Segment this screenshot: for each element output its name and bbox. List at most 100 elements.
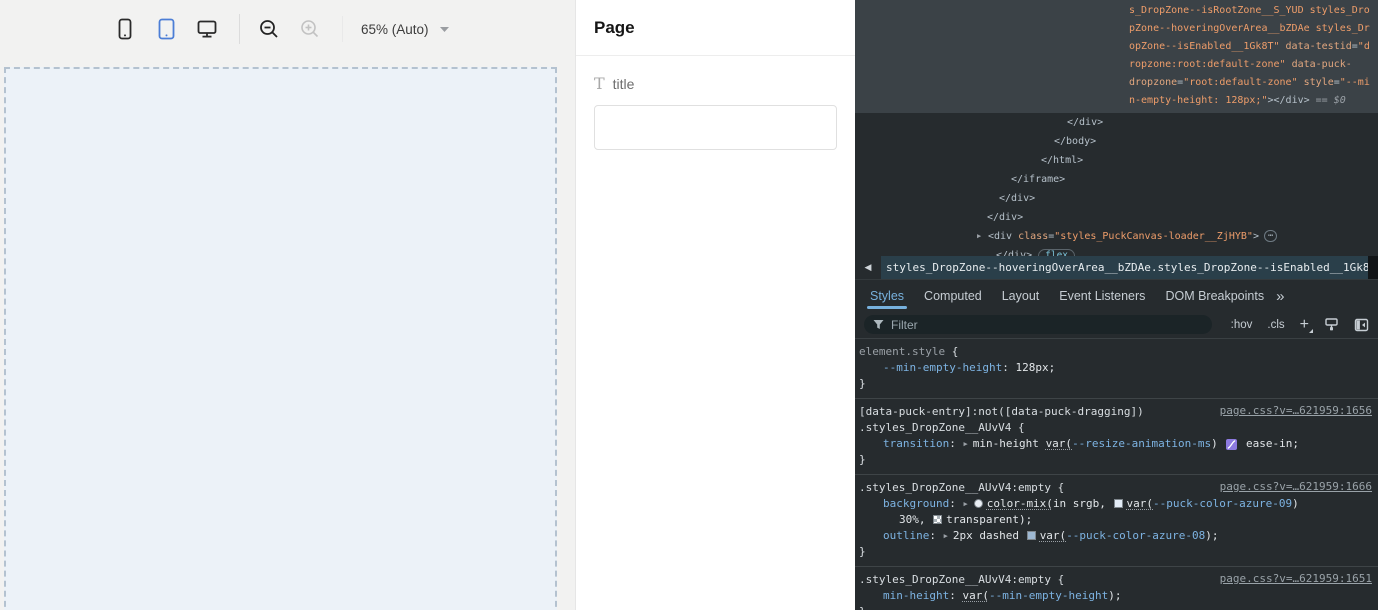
dom-tree-node[interactable]: </div> bbox=[855, 189, 1378, 208]
color-swatch-icon bbox=[1027, 531, 1036, 540]
css-declaration[interactable]: background: ▶ color-mix(in srgb, var(--pu… bbox=[859, 496, 1372, 512]
code-token-val: s_DropZone--isRootZone__S_YUD styles_Dro bbox=[1129, 5, 1370, 16]
expand-arrow-icon: ▶ bbox=[963, 500, 967, 508]
dock-panel-icon[interactable] bbox=[1354, 318, 1369, 332]
selected-element-row[interactable]: s_DropZone--isRootZone__S_YUD styles_Dro… bbox=[855, 0, 1378, 113]
code-token-v: ); bbox=[1205, 529, 1218, 542]
title-input[interactable] bbox=[594, 105, 837, 150]
stylesheet-link[interactable]: page.css?v=…621959:1651 bbox=[1220, 572, 1372, 585]
tab-dom-breakpoints[interactable]: DOM Breakpoints bbox=[1155, 281, 1274, 311]
more-tabs-button[interactable]: » bbox=[1276, 288, 1284, 305]
code-token-sel: .styles_DropZone__AUvV4:empty { bbox=[859, 481, 1064, 494]
code-token-sel: : bbox=[929, 529, 942, 542]
css-declaration[interactable]: outline: ▶ 2px dashed var(--puck-color-az… bbox=[859, 528, 1372, 544]
element-attr-line: opZone--isEnabled__1Gk8T" data-testid="d bbox=[1129, 38, 1378, 56]
code-token-fn: var( bbox=[962, 589, 989, 602]
code-token-tag: </div> bbox=[999, 193, 1035, 204]
app-root: 65% (Auto) Page T title s_DropZone--isRo… bbox=[0, 0, 1378, 610]
device-phone-button[interactable] bbox=[112, 14, 138, 44]
zoom-out-button[interactable] bbox=[256, 14, 282, 44]
dom-tree-node[interactable]: </html> bbox=[855, 151, 1378, 170]
monitor-icon bbox=[196, 18, 218, 40]
paint-brush-icon[interactable] bbox=[1324, 317, 1339, 332]
breadcrumb-end-cap bbox=[1368, 256, 1378, 279]
dom-tree-node[interactable]: </div> flex bbox=[855, 246, 1378, 256]
code-token-fn: color-mix( bbox=[987, 497, 1053, 510]
dom-tree-node[interactable]: </div> bbox=[855, 113, 1378, 132]
styles-filter-bar: Filter :hov .cls + bbox=[855, 311, 1378, 339]
chevron-down-icon bbox=[439, 26, 450, 33]
css-declaration[interactable]: transition: ▶ min-height var(--resize-ani… bbox=[859, 436, 1372, 452]
code-token-v: ) bbox=[1211, 437, 1224, 450]
code-token-val: pZone--hoveringOverArea__bZDAe styles_Dr bbox=[1129, 23, 1370, 34]
css-declaration[interactable]: --min-empty-height: 128px; bbox=[859, 360, 1372, 376]
toggle-hover-state-button[interactable]: :hov bbox=[1231, 319, 1253, 331]
breadcrumb-back-button[interactable]: ◀ bbox=[855, 256, 881, 279]
expand-arrow-icon: ▶ bbox=[944, 532, 948, 540]
code-token-attr: class bbox=[1018, 231, 1048, 242]
dom-tree-node[interactable]: </iframe> bbox=[855, 170, 1378, 189]
puck-editor-region: 65% (Auto) Page T title bbox=[0, 0, 855, 610]
page-title: Page bbox=[594, 18, 635, 38]
code-token-val: "styles_PuckCanvas-loader__ZjHYB" bbox=[1054, 231, 1253, 242]
stylesheet-link[interactable]: page.css?v=…621959:1666 bbox=[1220, 480, 1372, 493]
css-declaration[interactable]: 30%, transparent); bbox=[859, 512, 1372, 528]
tab-computed[interactable]: Computed bbox=[914, 281, 992, 311]
css-rule: page.css?v=…621959:1666 .styles_DropZone_… bbox=[855, 475, 1378, 567]
code-token-attr: dropzone bbox=[1129, 77, 1177, 88]
expand-arrow-icon[interactable]: ▶ bbox=[977, 227, 981, 246]
tab-styles[interactable]: Styles bbox=[860, 281, 914, 311]
code-token-tag: ></div> bbox=[1267, 95, 1309, 106]
canvas-dropzone[interactable] bbox=[4, 67, 557, 610]
dom-tree-node[interactable]: </div> bbox=[855, 208, 1378, 227]
field-label-text: title bbox=[613, 76, 635, 92]
style-filter-input[interactable]: Filter bbox=[864, 315, 1212, 334]
dom-tree-node[interactable]: ▶ <div class="styles_PuckCanvas-loader__Z… bbox=[855, 227, 1378, 246]
new-style-rule-button[interactable]: + bbox=[1300, 316, 1309, 334]
code-token-var: --min-empty-height bbox=[989, 589, 1108, 602]
title-field-label: T title bbox=[594, 76, 837, 92]
transparent-swatch-icon bbox=[933, 515, 942, 524]
styles-tabs: Styles Computed Layout Event Listeners DOM B… bbox=[855, 281, 1378, 311]
zoom-level-label: 65% (Auto) bbox=[361, 22, 429, 37]
element-classes-button[interactable]: .cls bbox=[1267, 319, 1284, 331]
tab-layout[interactable]: Layout bbox=[992, 281, 1050, 311]
css-selector-line[interactable]: .styles_DropZone__AUvV4 { bbox=[859, 420, 1372, 436]
text-type-icon: T bbox=[594, 76, 605, 92]
panel-header: Page bbox=[576, 0, 855, 56]
zoom-dropdown-button[interactable] bbox=[439, 26, 450, 33]
code-token-sel: : bbox=[949, 589, 962, 602]
page-settings-panel: Page T title bbox=[575, 0, 855, 610]
code-token-v: 128px; bbox=[1015, 361, 1055, 374]
dom-tree-node[interactable]: </body> bbox=[855, 132, 1378, 151]
code-token-mut: element.style bbox=[859, 345, 945, 358]
code-token-sel: [data-puck-entry]:not([data-puck-draggin… bbox=[859, 405, 1144, 418]
flex-badge[interactable]: flex bbox=[1038, 249, 1075, 256]
css-declaration[interactable]: min-height: var(--min-empty-height); bbox=[859, 588, 1372, 604]
code-token-attr: data-puck- bbox=[1286, 59, 1352, 70]
toolbar-divider bbox=[342, 16, 343, 42]
code-token-sel: : bbox=[949, 497, 962, 510]
css-rule: page.css?v=…621959:1656 [data-puck-entry]… bbox=[855, 399, 1378, 475]
device-desktop-button[interactable] bbox=[194, 14, 220, 44]
code-token-eq: == $0 bbox=[1310, 95, 1346, 106]
code-token-attr: data-testid bbox=[1280, 41, 1352, 52]
css-selector-line[interactable]: element.style { bbox=[859, 344, 1372, 360]
more-attributes-button[interactable]: ⋯ bbox=[1264, 230, 1277, 242]
breadcrumb-bar: ◀ styles_DropZone--hoveringOverArea__bZD… bbox=[855, 256, 1378, 280]
code-token-sel: : bbox=[949, 437, 962, 450]
code-token-val: n-empty-height: 128px;" bbox=[1129, 95, 1267, 106]
tab-event-listeners[interactable]: Event Listeners bbox=[1049, 281, 1155, 311]
tablet-icon bbox=[157, 17, 176, 41]
styles-pane: element.style {--min-empty-height: 128px… bbox=[855, 339, 1378, 610]
breadcrumb[interactable]: styles_DropZone--hoveringOverArea__bZDAe… bbox=[881, 256, 1368, 279]
zoom-out-icon bbox=[258, 18, 280, 40]
zoom-in-button[interactable] bbox=[297, 14, 323, 44]
stylesheet-link[interactable]: page.css?v=…621959:1656 bbox=[1220, 404, 1372, 417]
code-token-prop: transition bbox=[883, 437, 949, 450]
code-token-tag: > bbox=[1253, 231, 1259, 242]
code-token-sel: : bbox=[1002, 361, 1015, 374]
code-token-v: in srgb, bbox=[1053, 497, 1113, 510]
color-swatch-icon bbox=[974, 499, 983, 508]
device-tablet-button[interactable] bbox=[153, 14, 179, 44]
